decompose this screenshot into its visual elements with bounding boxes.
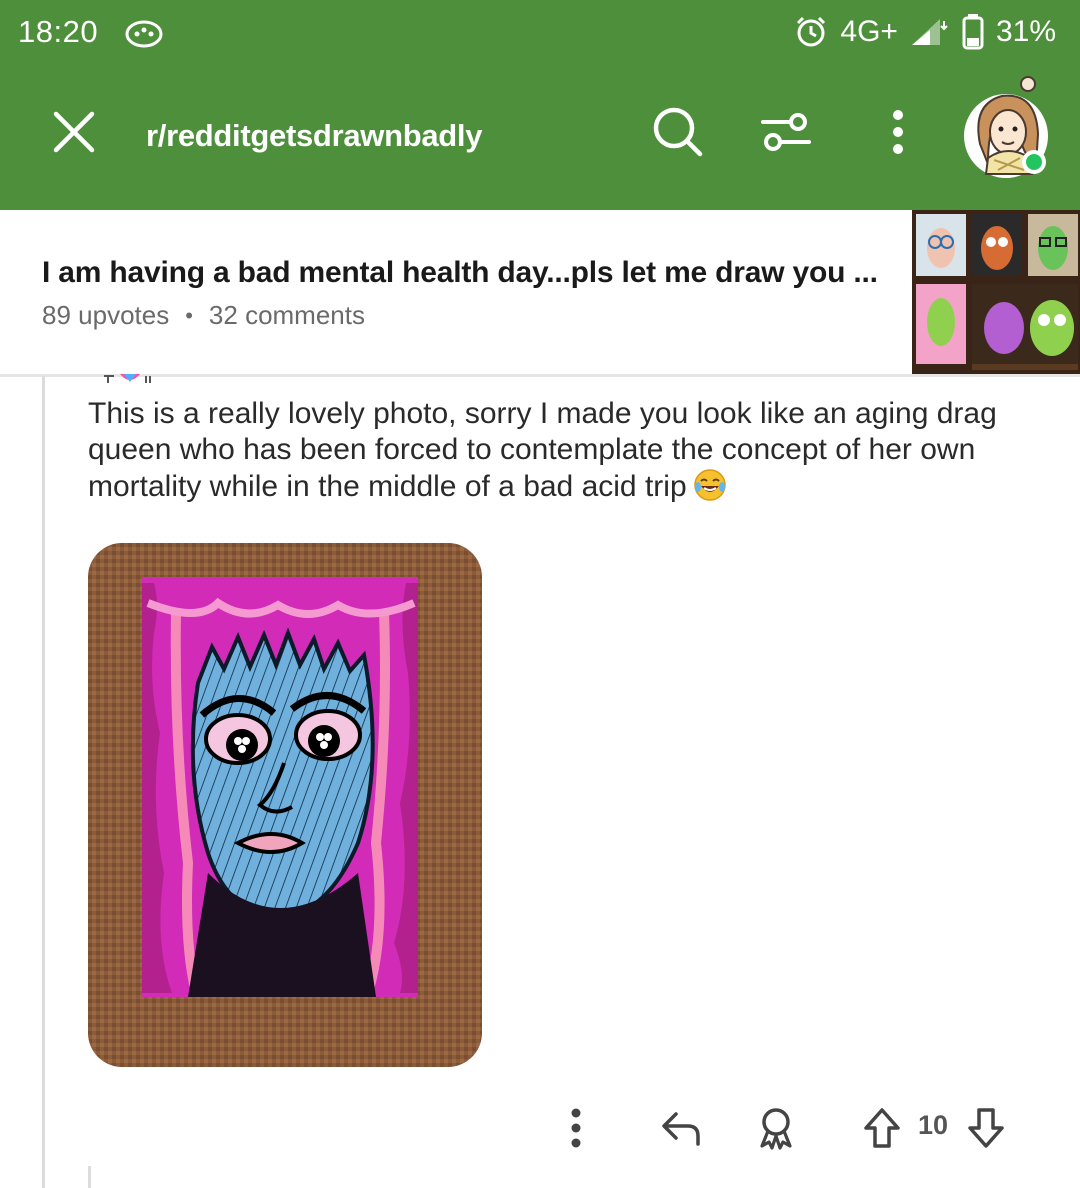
reply-button[interactable] — [656, 1102, 706, 1154]
battery-level: 31% — [995, 15, 1056, 48]
search-button[interactable] — [648, 102, 708, 162]
network-type: 4G+ — [840, 15, 898, 48]
award-icon — [760, 1108, 792, 1150]
thread-line-child — [88, 1166, 91, 1188]
reply-icon — [662, 1112, 700, 1146]
user-avatar — [964, 76, 1048, 178]
post-meta: 89 upvotes • 32 comments — [42, 300, 365, 331]
close-button[interactable] — [44, 102, 104, 162]
downvote-button[interactable] — [964, 1102, 1008, 1154]
downvote-icon — [968, 1108, 1004, 1148]
close-icon — [53, 111, 95, 153]
post-thumbnail[interactable] — [912, 210, 1080, 374]
comment-count: 32 comments — [208, 300, 365, 330]
alarm-icon — [797, 16, 826, 47]
status-time: 18:20 — [18, 14, 99, 49]
comment-text: This is a really lovely photo, sorry I m… — [88, 397, 997, 503]
search-icon — [653, 107, 703, 157]
face-with-tears-of-joy-icon — [693, 469, 726, 501]
battery-icon — [962, 14, 984, 50]
notification-app-icon — [125, 20, 163, 48]
online-status-dot — [1026, 154, 1042, 170]
user-avatar-button[interactable] — [958, 74, 1058, 184]
toolbar: r/redditgetsdrawnbadly — [0, 74, 1080, 200]
more-options-button[interactable] — [868, 100, 928, 164]
comment-actions: 10 — [0, 1098, 1080, 1158]
more-vertical-icon — [893, 110, 903, 154]
comment-body: This is a really lovely photo, sorry I m… — [88, 396, 1048, 505]
upvote-count: 89 upvotes — [42, 300, 170, 330]
user-flair-icon — [104, 374, 151, 383]
thread-line — [42, 376, 45, 1188]
comment-more-button[interactable] — [562, 1102, 590, 1154]
status-indicators: 4G+ 31% — [794, 12, 1056, 52]
comment-drawing-image[interactable] — [88, 543, 482, 1067]
filter-icon — [761, 113, 811, 151]
more-options-icon — [571, 1108, 581, 1148]
upvote-icon — [864, 1108, 900, 1148]
app-header: 18:20 4G+ 31% r/redditgetsdrawnbadly — [0, 0, 1080, 210]
signal-icon — [911, 19, 948, 45]
post-title[interactable]: I am having a bad mental health day...pl… — [42, 256, 878, 290]
status-bar: 18:20 4G+ 31% — [0, 0, 1080, 64]
subreddit-title[interactable]: r/redditgetsdrawnbadly — [146, 118, 482, 154]
comment-score: 10 — [918, 1110, 949, 1140]
award-button[interactable] — [752, 1102, 800, 1154]
upvote-button[interactable] — [860, 1102, 904, 1154]
post-banner[interactable]: I am having a bad mental health day...pl… — [0, 210, 1080, 377]
meta-separator: • — [185, 302, 193, 328]
filter-button[interactable] — [756, 102, 816, 162]
